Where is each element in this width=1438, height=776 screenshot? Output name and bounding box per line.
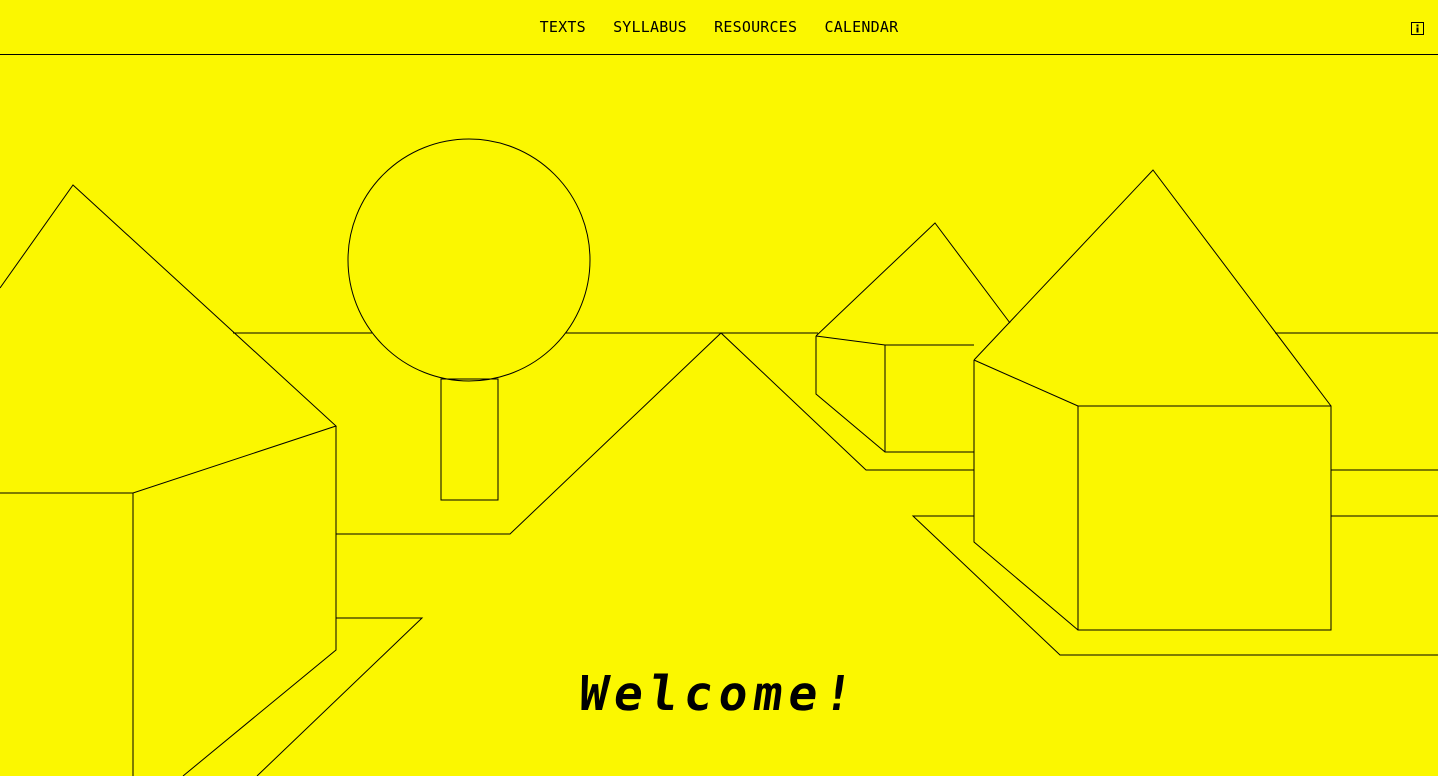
info-button[interactable] [1411,20,1424,35]
small-house [815,222,1011,453]
tree [347,138,591,501]
top-bar: TEXTS SYLLABUS RESOURCES CALENDAR [0,0,1438,55]
nav-syllabus[interactable]: SYLLABUS [613,18,687,36]
nav-calendar[interactable]: CALENDAR [824,18,898,36]
right-house [973,169,1332,631]
welcome-heading: Welcome! [575,666,863,722]
nav-resources[interactable]: RESOURCES [714,18,797,36]
main-nav: TEXTS SYLLABUS RESOURCES CALENDAR [0,18,1438,36]
info-icon [1411,22,1424,35]
nav-texts[interactable]: TEXTS [540,18,586,36]
